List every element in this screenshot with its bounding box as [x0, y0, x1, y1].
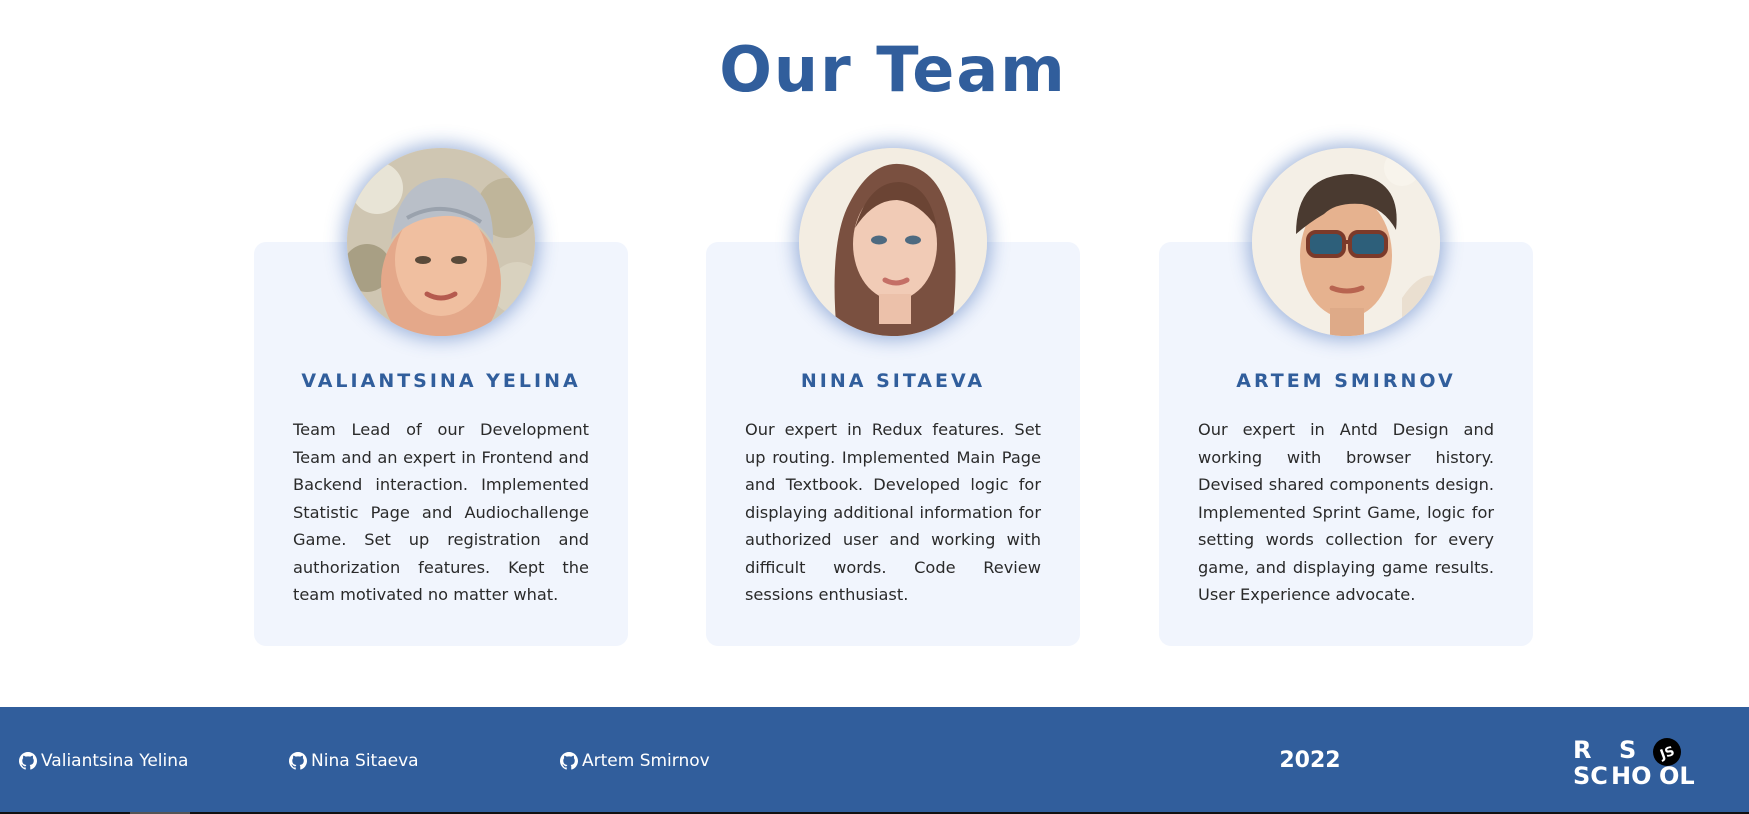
member-bio: Our expert in Antd Design and working wi…: [1198, 420, 1494, 604]
svg-text:SC: SC: [1573, 762, 1608, 788]
team-member-card: ARTEM SMIRNOV Our expert in Antd Design …: [1159, 148, 1533, 646]
footer-link-label: Valiantsina Yelina: [41, 751, 189, 771]
avatar: [799, 148, 987, 336]
svg-text:R: R: [1573, 736, 1591, 764]
svg-text:OL: OL: [1659, 762, 1695, 788]
footer-github-link-artem[interactable]: Artem Smirnov: [560, 749, 710, 773]
github-icon: [560, 752, 578, 770]
github-icon: [289, 752, 307, 770]
team-member-card: NINA SITAEVA Our expert in Redux feature…: [706, 148, 1080, 646]
footer: [0, 707, 1749, 812]
member-name: VALIANTSINA YELINA: [301, 370, 581, 392]
rs-school-logo-icon: R S SC HO OL JS: [1573, 736, 1695, 788]
page-title: Our Team: [719, 33, 1067, 106]
footer-link-label: Artem Smirnov: [582, 751, 710, 771]
member-name: NINA SITAEVA: [800, 370, 986, 392]
member-bio: Our expert in Redux features. Set up rou…: [745, 420, 1041, 604]
member-bio: Team Lead of our Development Team and an…: [293, 420, 589, 604]
member-name: ARTEM SMIRNOV: [1236, 370, 1456, 392]
footer-year: 2022: [1279, 748, 1341, 773]
avatar-portrait-woman-long-hair-icon: [799, 148, 987, 336]
svg-text:S: S: [1619, 736, 1636, 764]
avatar: [1252, 148, 1440, 336]
footer-github-link-valiantsina[interactable]: Valiantsina Yelina: [19, 749, 188, 773]
avatar-portrait-man-sunglasses-icon: [1252, 148, 1440, 336]
avatar-portrait-woman-turban-icon: [347, 148, 535, 336]
team-page: Our Team VALIANTSINA YELINA Team Lead of…: [0, 0, 1749, 814]
team-member-card: VALIANTSINA YELINA Team Lead of our Deve…: [254, 148, 628, 646]
footer-link-label: Nina Sitaeva: [311, 751, 419, 771]
footer-github-link-nina[interactable]: Nina Sitaeva: [289, 749, 419, 773]
avatar: [347, 148, 535, 336]
svg-text:HO: HO: [1611, 762, 1652, 788]
github-icon: [19, 752, 37, 770]
